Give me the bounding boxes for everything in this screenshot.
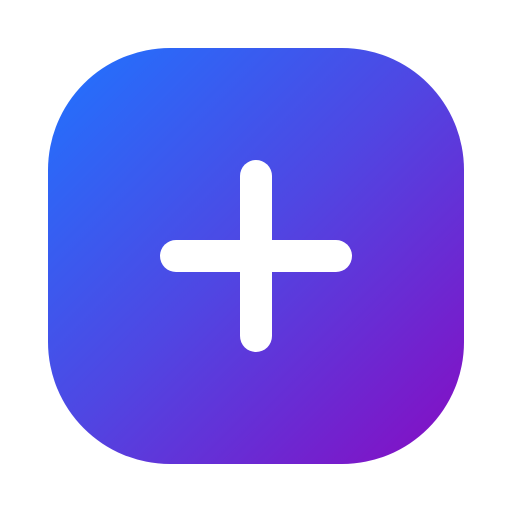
- app-icon-canvas: [0, 0, 512, 512]
- plus-icon: [160, 160, 352, 352]
- add-button[interactable]: [48, 48, 464, 464]
